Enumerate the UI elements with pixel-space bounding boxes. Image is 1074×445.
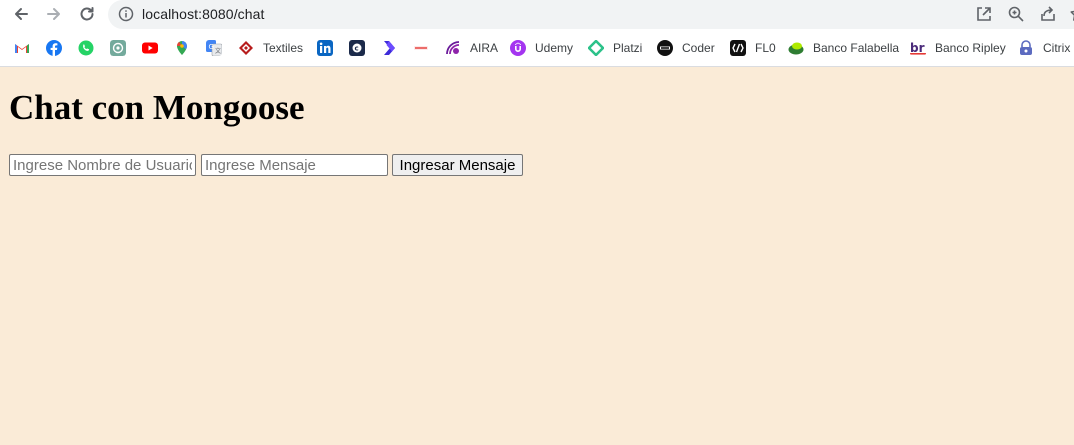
- reload-icon: [80, 7, 94, 21]
- share-icon[interactable]: [1039, 5, 1057, 23]
- bookmark-label: Citrix: [1043, 41, 1071, 55]
- bookmark-label: AIRA: [470, 41, 499, 55]
- falabella-icon: [788, 42, 804, 55]
- bookmark-ripley[interactable]: br Banco Ripley: [910, 36, 1006, 60]
- bookmark-textiles[interactable]: Textiles: [238, 36, 303, 60]
- bookmark-translate[interactable]: G文: [206, 36, 222, 60]
- bookmark-label: Banco Falabella: [813, 41, 900, 55]
- bookmark-label: Platzi: [613, 41, 643, 55]
- bookmark-maps[interactable]: [174, 36, 190, 60]
- bookmark-laboral[interactable]: [413, 36, 429, 60]
- bookmark-chatgpt[interactable]: [110, 36, 126, 60]
- svg-text:文: 文: [215, 47, 221, 55]
- address-bar[interactable]: localhost:8080/chat: [108, 0, 1074, 29]
- back-button[interactable]: [9, 2, 33, 26]
- bookmark-youtube[interactable]: [142, 36, 158, 60]
- bookmark-star-icon[interactable]: [1069, 5, 1074, 23]
- bookmark-label: FL0: [755, 41, 776, 55]
- bookmarks-bar: G文 Textiles c AIRA Udemy Platzi Coder FL…: [0, 36, 1074, 60]
- reload-button[interactable]: [75, 2, 99, 26]
- maps-icon: [177, 41, 187, 55]
- aira-icon: [446, 41, 460, 55]
- bookmark-aira[interactable]: AIRA: [445, 36, 498, 60]
- whatsapp-icon: [78, 40, 94, 56]
- linkedin-icon: [317, 40, 333, 56]
- udemy-icon: [510, 40, 526, 56]
- svg-text:G: G: [209, 43, 214, 51]
- bookmark-app[interactable]: c: [349, 36, 365, 60]
- bookmark-label: Textiles: [263, 41, 304, 55]
- facebook-icon: [46, 40, 62, 56]
- open-in-app-icon[interactable]: [975, 5, 993, 23]
- submit-message-button[interactable]: Ingresar Mensaje: [392, 154, 523, 176]
- svg-text:c: c: [355, 45, 359, 53]
- laboral-icon: [414, 46, 428, 50]
- bookmark-coder[interactable]: Coder: [657, 36, 715, 60]
- youtube-icon: [142, 42, 158, 54]
- chatgpt-icon: [110, 40, 126, 56]
- citrix-icon: [1020, 40, 1032, 55]
- coder-icon: [657, 40, 673, 56]
- ripley-icon: br: [910, 41, 926, 55]
- bookmark-label: Udemy: [535, 41, 574, 55]
- bookmark-flo[interactable]: FL0: [730, 36, 776, 60]
- bookmark-citrix[interactable]: Citrix: [1018, 36, 1070, 60]
- platzi-icon: [588, 40, 604, 56]
- forward-button[interactable]: [42, 2, 66, 26]
- url-text[interactable]: localhost:8080/chat: [142, 6, 265, 22]
- site-info-icon[interactable]: [118, 6, 134, 22]
- bookmark-facebook[interactable]: [46, 36, 62, 60]
- bookmark-platzi[interactable]: Platzi: [588, 36, 642, 60]
- gmail-icon: [15, 44, 29, 53]
- bookmark-label: Coder: [682, 41, 715, 55]
- browser-toolbar: localhost:8080/chat: [0, 0, 1074, 29]
- back-arrow-icon: [15, 8, 28, 20]
- translate-icon: G文: [206, 40, 222, 56]
- browser-chrome: localhost:8080/chat G文 Textiles c AIRA U…: [0, 0, 1074, 67]
- bookmark-label: Banco Ripley: [935, 41, 1006, 55]
- textiles-icon: [239, 41, 253, 55]
- bookmark-chevron[interactable]: [381, 36, 397, 60]
- bookmark-falabella[interactable]: Banco Falabella: [788, 36, 899, 60]
- bookmark-whatsapp[interactable]: [78, 36, 94, 60]
- bookmark-app-icon: c: [349, 40, 365, 56]
- flo-icon: [730, 40, 746, 56]
- bookmark-gmail[interactable]: [14, 36, 30, 60]
- bookmark-linkedin[interactable]: [317, 36, 333, 60]
- svg-text:br: br: [910, 41, 925, 55]
- chevron-logo-icon: [384, 41, 395, 55]
- zoom-icon[interactable]: [1007, 5, 1025, 23]
- message-input[interactable]: [201, 154, 388, 176]
- forward-arrow-icon: [47, 8, 60, 20]
- bookmark-udemy[interactable]: Udemy: [510, 36, 573, 60]
- username-input[interactable]: [9, 154, 196, 176]
- page-title: Chat con Mongoose: [9, 88, 305, 127]
